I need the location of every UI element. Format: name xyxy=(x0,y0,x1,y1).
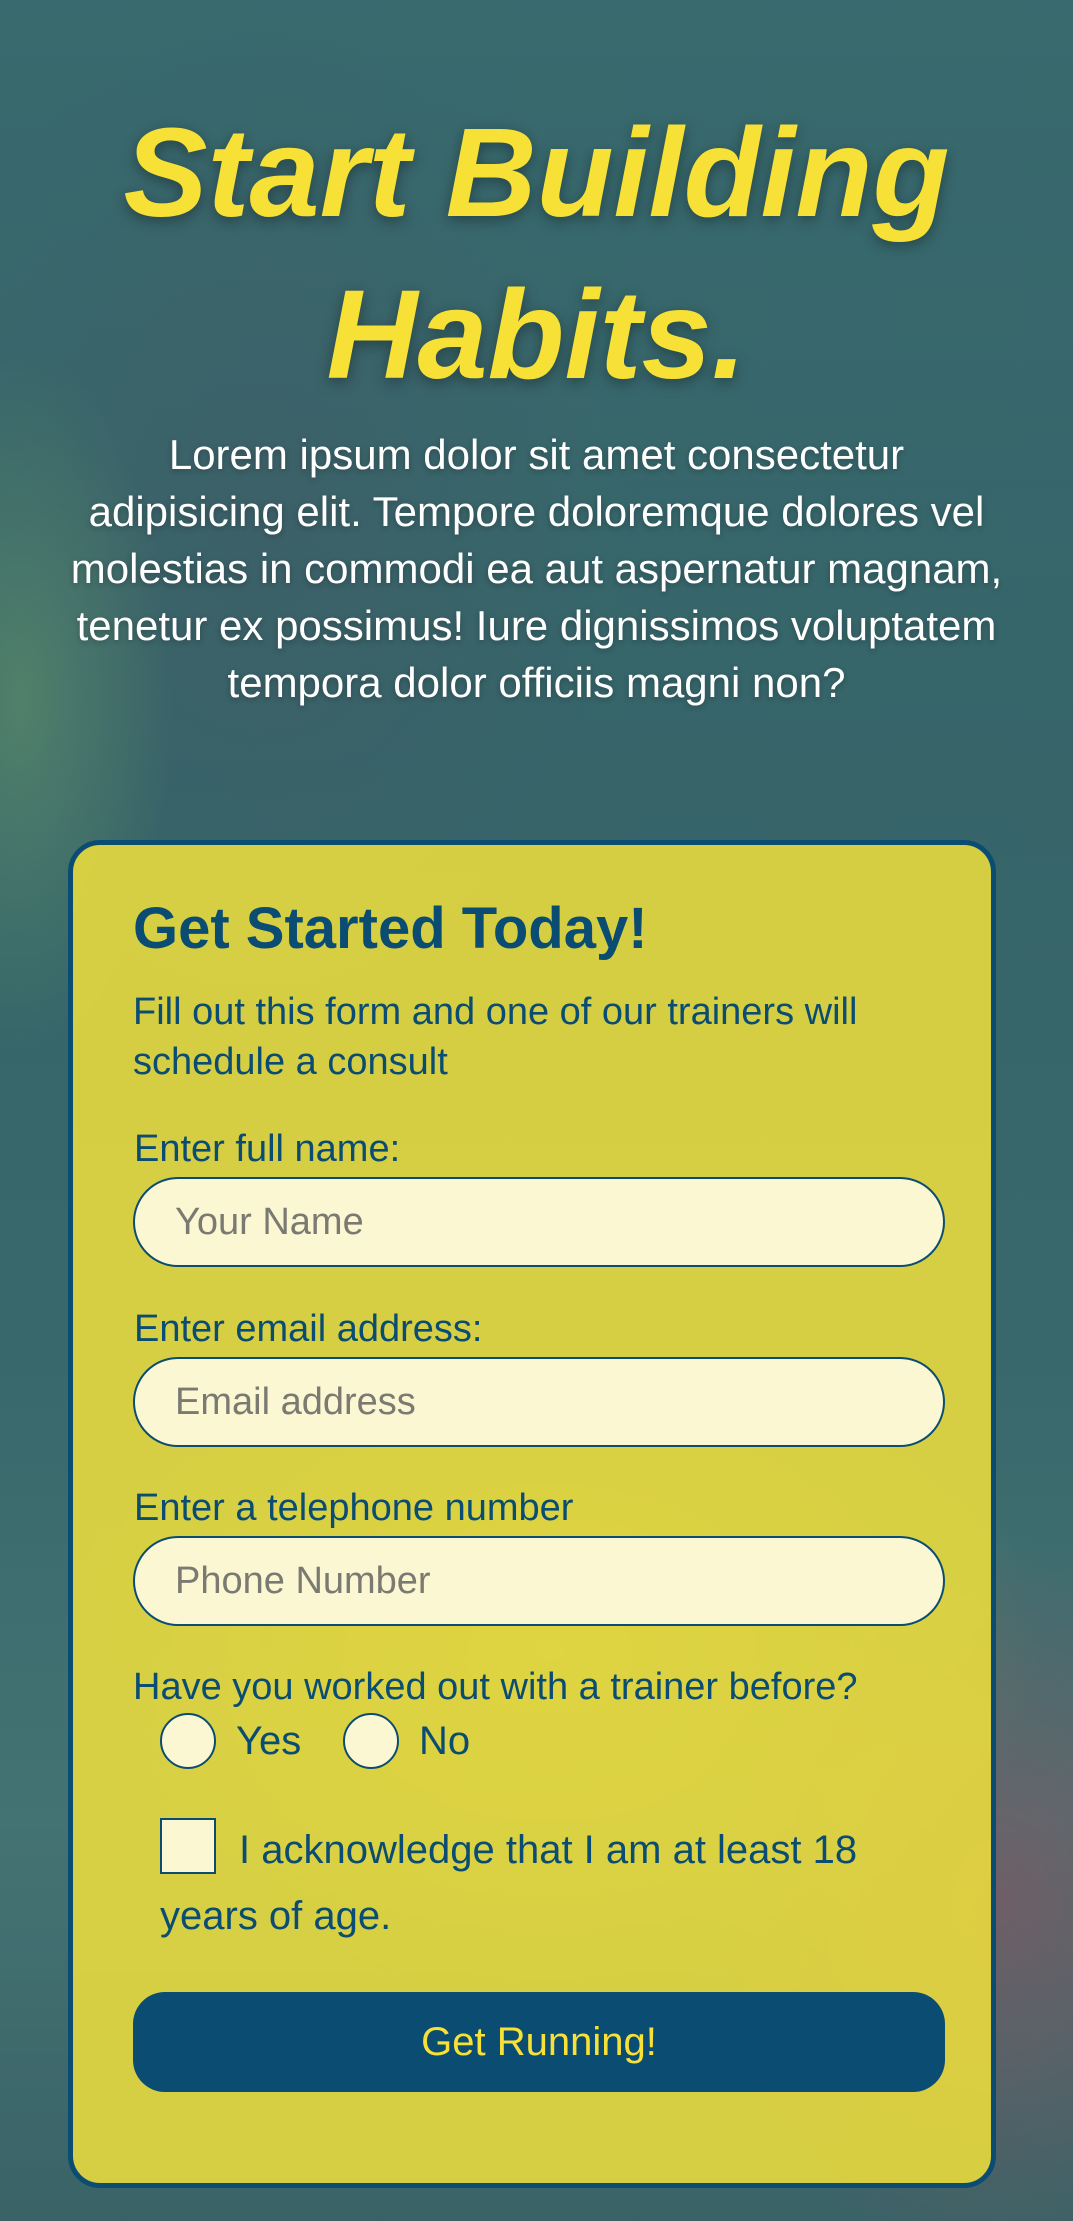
email-input[interactable] xyxy=(133,1357,945,1447)
radio-no-label: No xyxy=(419,1719,471,1763)
radio-yes-label: Yes xyxy=(236,1719,302,1763)
name-label: Enter full name: xyxy=(134,1128,401,1170)
phone-input[interactable] xyxy=(133,1536,945,1626)
signup-form-card: Get Started Today! Fill out this form an… xyxy=(68,840,996,2188)
email-label: Enter email address: xyxy=(134,1308,483,1350)
hero-title: Start Building Habits. xyxy=(123,102,950,405)
phone-label: Enter a telephone number xyxy=(134,1487,574,1529)
age-acknowledge-label: I acknowledge that I am at least 18 year… xyxy=(160,1828,858,1938)
get-running-button[interactable]: Get Running! xyxy=(133,1992,945,2092)
trainer-question-label: Have you worked out with a trainer befor… xyxy=(133,1666,858,1708)
form-title: Get Started Today! xyxy=(133,896,648,961)
full-name-input[interactable] xyxy=(133,1177,945,1267)
form-subtitle: Fill out this form and one of our traine… xyxy=(133,991,858,1083)
radio-no[interactable] xyxy=(343,1713,399,1769)
radio-yes[interactable] xyxy=(160,1713,216,1769)
hero-description: Lorem ipsum dolor sit amet consectetur a… xyxy=(70,431,1003,706)
